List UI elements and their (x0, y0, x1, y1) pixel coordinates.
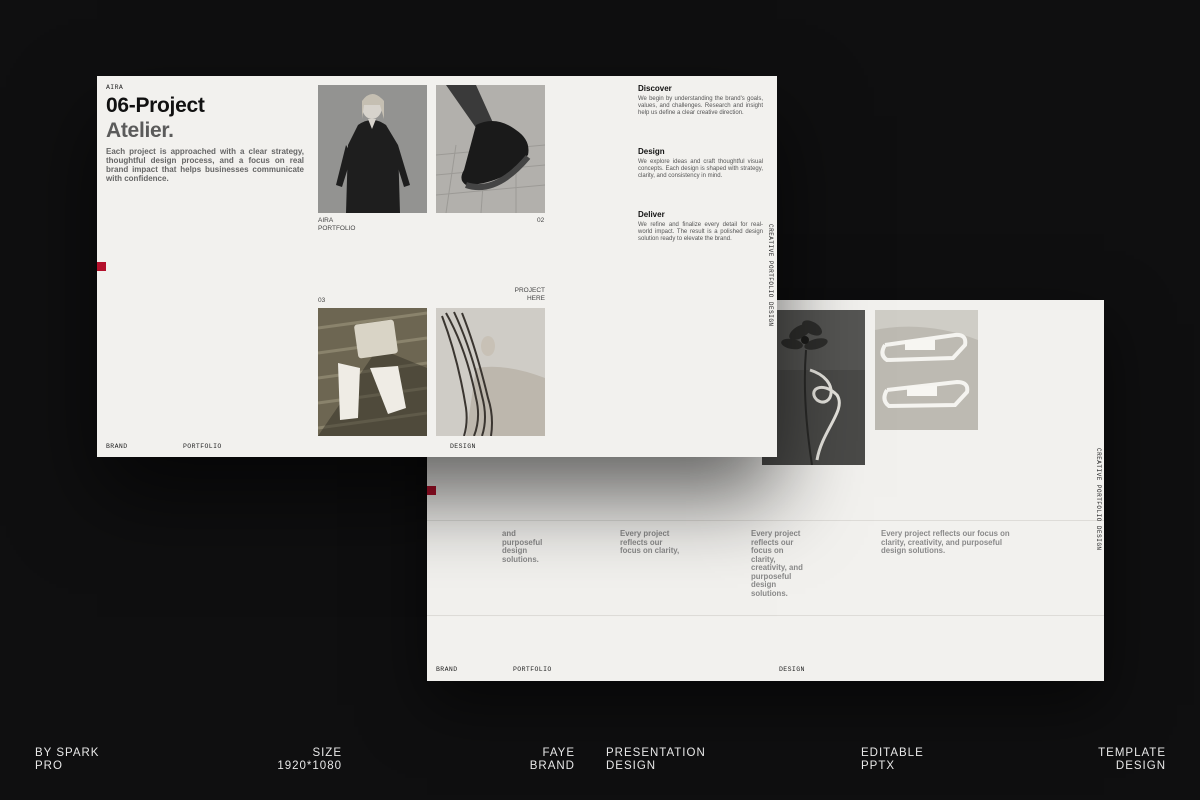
service-title: Discover (638, 84, 672, 93)
flower-photo (762, 310, 865, 465)
footer-template: TEMPLATE DESIGN (1098, 747, 1166, 772)
divider-bottom (427, 615, 1104, 616)
footer-brand: FAYE BRAND (529, 747, 575, 772)
caption-number-03: 03 (318, 297, 326, 304)
service-discover: Discover We begin by understanding the b… (638, 84, 763, 118)
caption-project-here: PROJECT HERE (514, 287, 545, 302)
intro-text: Each project is approached with a clear … (106, 147, 304, 183)
caption-aira-portfolio: AIRA PORTFOLIO (318, 217, 356, 232)
sandals-photo (875, 310, 978, 430)
service-deliver: Deliver We refine and finalize every det… (638, 210, 763, 244)
caption-number-02: 02 (537, 217, 545, 224)
blurb-1: and purposeful design solutions. (502, 529, 543, 564)
accent-marker (97, 262, 106, 271)
footer-portfolio: PORTFOLIO (513, 666, 552, 673)
footer-design: DESIGN (779, 666, 805, 673)
footer-by: BY SPARK PRO (35, 747, 100, 772)
side-label: CREATIVE PORTFOLIO DESIGN (1095, 448, 1102, 551)
service-design: Design We explore ideas and craft though… (638, 147, 763, 181)
title-line-2: Atelier. (106, 119, 174, 142)
footer-presentation: PRESENTATION DESIGN (606, 747, 706, 772)
service-text: We refine and finalize every detail for … (638, 222, 763, 243)
service-title: Design (638, 147, 665, 156)
footer-size: SIZE 1920*1080 (277, 747, 342, 772)
side-label: CREATIVE PORTFOLIO DESIGN (767, 224, 774, 327)
divider-top (427, 520, 1104, 521)
accent-marker (427, 486, 436, 495)
title-line-1: 06-Project (106, 94, 205, 117)
front-slide: AIRA 06-Project Atelier. Each project is… (97, 76, 777, 457)
blurb-2: Every project reflects our focus on clar… (620, 529, 680, 555)
boot-photo (436, 85, 545, 213)
top-label: AIRA (106, 84, 124, 91)
footer-design: DESIGN (450, 443, 476, 450)
hair-photo (436, 308, 545, 436)
footer-portfolio: PORTFOLIO (183, 443, 222, 450)
blurb-4: Every project reflects our focus on clar… (881, 529, 1010, 555)
footer-brand: BRAND (106, 443, 128, 450)
service-text: We begin by understanding the brand's go… (638, 96, 763, 117)
blurb-3: Every project reflects our focus on clar… (751, 529, 803, 598)
woman-portrait-photo (318, 85, 427, 213)
service-text: We explore ideas and craft thoughtful vi… (638, 159, 763, 180)
bag-sandals-photo (318, 308, 427, 436)
footer-brand: BRAND (436, 666, 458, 673)
service-title: Deliver (638, 210, 665, 219)
footer-editable: EDITABLE PPTX (861, 747, 924, 772)
